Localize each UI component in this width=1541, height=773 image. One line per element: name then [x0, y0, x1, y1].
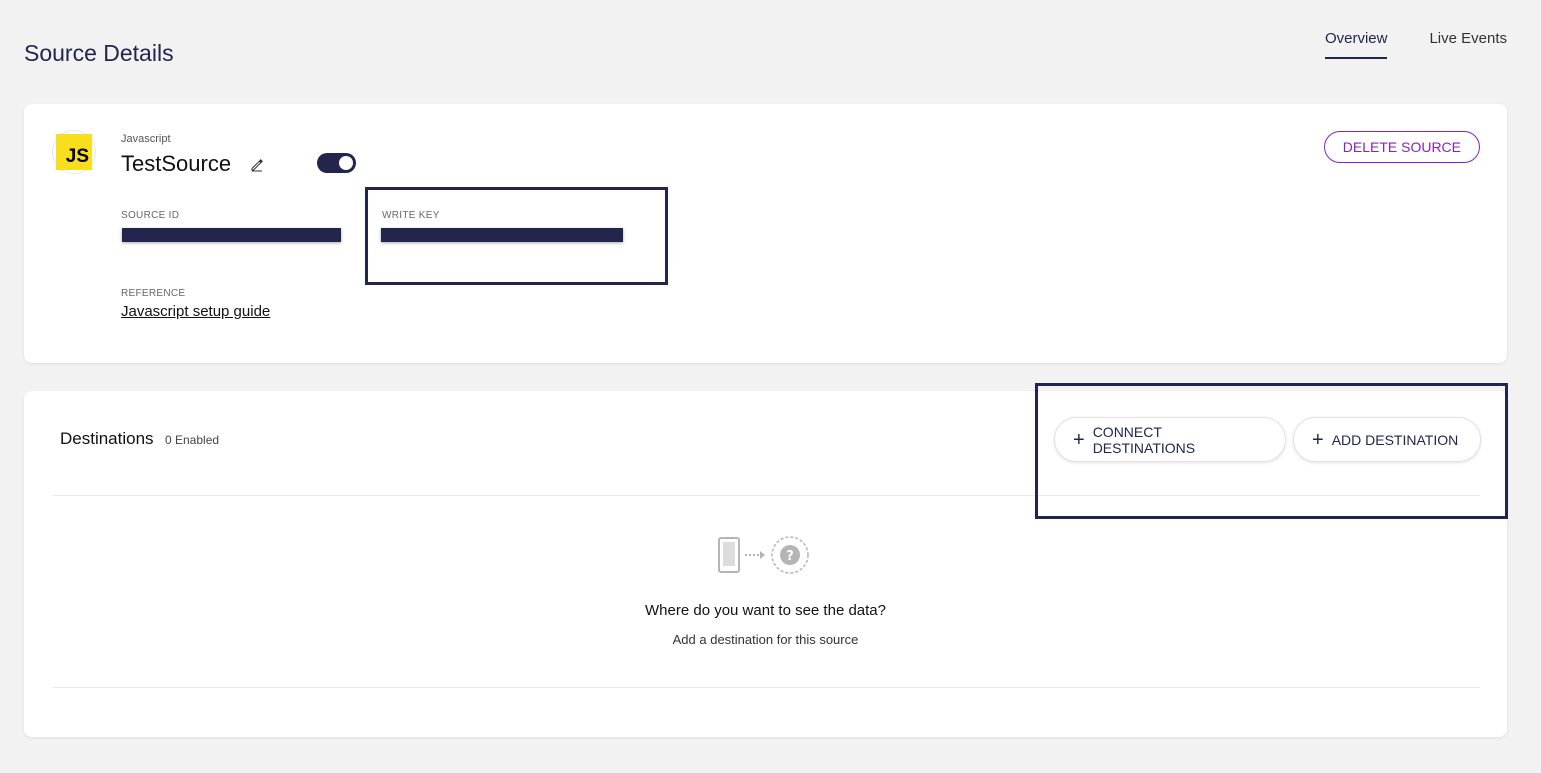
edit-pencil-icon[interactable]: [250, 158, 264, 172]
write-key-highlight: [365, 187, 668, 285]
js-logo-icon: JS: [56, 134, 92, 170]
empty-state-subtitle: Add a destination for this source: [672, 632, 859, 647]
source-id-label: SOURCE ID: [121, 210, 180, 221]
device-icon: [718, 537, 740, 573]
reference-label: REFERENCE: [121, 288, 186, 299]
source-enabled-toggle[interactable]: [317, 153, 356, 173]
toggle-knob: [339, 156, 353, 170]
source-logo: JS: [52, 130, 96, 174]
delete-source-button[interactable]: DELETE SOURCE: [1323, 131, 1480, 163]
source-name: TestSource: [121, 151, 232, 176]
arrow-icon: [745, 551, 765, 559]
destinations-count: 0 Enabled: [165, 433, 220, 447]
source-card: JS Javascript TestSource SOURCE ID WRITE…: [24, 104, 1507, 363]
setup-guide-link[interactable]: Javascript setup guide: [121, 303, 270, 320]
destination-buttons-highlight: [1035, 383, 1508, 519]
question-icon: ?: [771, 536, 809, 574]
svg-text:?: ?: [786, 549, 794, 564]
page-title: Source Details: [24, 40, 174, 66]
divider: [52, 687, 1480, 688]
empty-state-title: Where do you want to see the data?: [645, 602, 886, 619]
empty-state-illustration: ?: [718, 536, 809, 574]
source-type: Javascript: [121, 133, 171, 145]
tab-bar: Overview Live Events: [1324, 30, 1507, 59]
tab-live-events[interactable]: Live Events: [1429, 30, 1507, 59]
destinations-title: Destinations: [60, 429, 154, 448]
source-id-redacted: [122, 228, 341, 242]
tab-overview[interactable]: Overview: [1324, 30, 1388, 59]
